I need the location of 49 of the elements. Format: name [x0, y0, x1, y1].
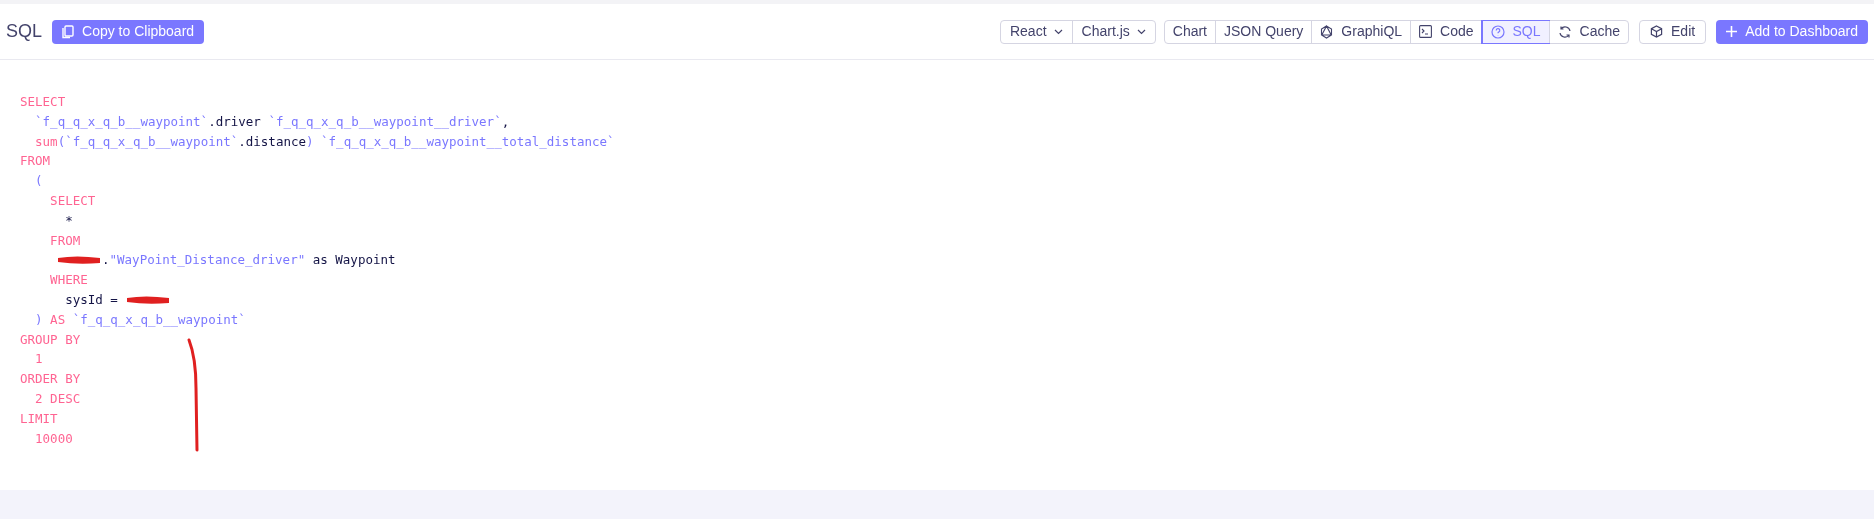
code-token: ) `f_q_q_x_q_b__waypoint__total_distance`: [306, 132, 615, 151]
graphql-icon: [1320, 24, 1334, 39]
code-token: "WayPoint_Distance_driver": [109, 251, 306, 270]
redaction-scribble: [125, 294, 172, 305]
code-token: `f_q_q_x_q_b__waypoint`: [34, 112, 209, 131]
code-token: sysId =: [64, 290, 119, 309]
refresh-icon: [1557, 24, 1572, 39]
question-circle-icon: [1490, 24, 1505, 39]
code-token: `f_q_q_x_q_b__waypoint__driver`: [268, 112, 502, 131]
code-token: *: [64, 211, 73, 230]
code-token: `f_q_q_x_q_b__waypoint`: [72, 310, 246, 329]
cube-icon: [1650, 25, 1663, 38]
code-token: ORDER BY: [20, 370, 81, 389]
code-token: SELECT: [20, 93, 66, 111]
copy-icon: [62, 24, 75, 39]
code-token: (`f_q_q_x_q_b__waypoint`: [57, 132, 239, 151]
caret-icon: [1053, 28, 1063, 35]
code-token: ): [34, 310, 43, 329]
view-tab[interactable]: GraphiQL: [1311, 20, 1411, 43]
view-tab[interactable]: Chart: [1164, 20, 1215, 43]
code-token: GROUP BY: [20, 330, 81, 349]
code-token: sum: [34, 132, 58, 151]
plus-icon: [1726, 26, 1738, 37]
edit-button[interactable]: Edit: [1639, 19, 1707, 44]
view-tab[interactable]: Cache: [1548, 20, 1628, 43]
code-token: (: [34, 172, 43, 191]
code-token: 1: [34, 350, 43, 369]
redaction-scribble: [56, 255, 102, 266]
copy-to-clipboard-button[interactable]: Copy to Clipboard: [52, 19, 205, 44]
code-token: .: [102, 251, 110, 270]
code-token: WHERE: [49, 271, 88, 290]
caret-icon: [1136, 28, 1146, 35]
dropdown-button[interactable]: React: [1000, 20, 1072, 43]
code-token: 2 DESC: [34, 389, 81, 408]
terminal-icon: [1419, 25, 1433, 38]
panel-title: SQL: [6, 20, 43, 43]
code-token: .distance: [238, 132, 306, 151]
dropdown-button[interactable]: Chart.js: [1071, 20, 1155, 43]
code-token: LIMIT: [20, 409, 58, 428]
code-token: .driver: [208, 112, 262, 131]
add-to-dashboard-button[interactable]: Add to Dashboard: [1716, 19, 1868, 44]
code-token: FROM: [20, 152, 51, 171]
code-token: ,: [501, 112, 510, 131]
code-token: 10000: [34, 429, 73, 448]
view-tab[interactable]: JSON Query: [1215, 20, 1312, 43]
code-token: FROM: [49, 231, 81, 250]
code-token: as Waypoint: [311, 251, 396, 270]
code-token: AS: [49, 310, 67, 329]
code-token: SELECT: [49, 192, 96, 210]
